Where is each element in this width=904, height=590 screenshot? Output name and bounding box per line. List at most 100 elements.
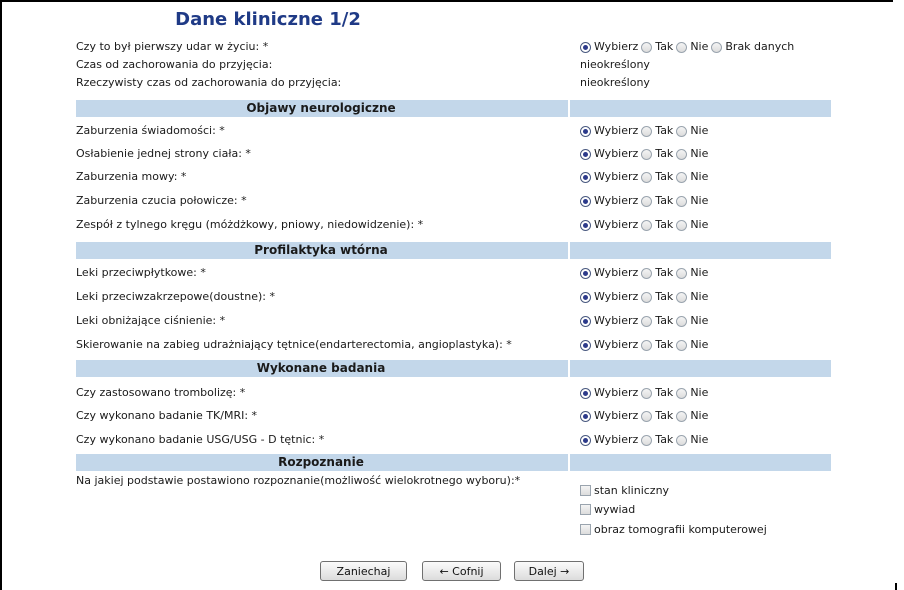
- radio-selected-icon[interactable]: [580, 339, 591, 351]
- radio-nie[interactable]: Nie: [676, 382, 708, 404]
- radio-selected-icon[interactable]: [580, 267, 591, 279]
- radio-icon[interactable]: [676, 387, 688, 399]
- question-label: Rzeczywisty czas od zachorowania do przy…: [76, 76, 342, 89]
- radio-tak[interactable]: Tak: [641, 143, 673, 165]
- radio-selected-icon[interactable]: [580, 291, 591, 303]
- question-real-time-to-admission: Rzeczywisty czas od zachorowania do przy…: [76, 74, 831, 92]
- radio-icon[interactable]: [676, 410, 688, 422]
- checkbox-wywiad[interactable]: wywiad: [580, 500, 635, 518]
- radio-nie[interactable]: Nie: [676, 262, 708, 284]
- radio-wybierz[interactable]: Wybierz: [580, 429, 638, 451]
- radio-nie[interactable]: Nie: [676, 143, 708, 165]
- radio-tak[interactable]: Tak: [641, 36, 673, 58]
- radio-tak[interactable]: Tak: [641, 382, 673, 404]
- radio-icon[interactable]: [676, 315, 688, 327]
- radio-icon[interactable]: [641, 125, 653, 137]
- radio-selected-icon[interactable]: [580, 195, 591, 207]
- radio-icon[interactable]: [641, 410, 653, 422]
- radio-nie[interactable]: Nie: [676, 286, 708, 308]
- radio-selected-icon[interactable]: [580, 219, 591, 231]
- radio-wybierz[interactable]: Wybierz: [580, 262, 638, 284]
- radio-wybierz[interactable]: Wybierz: [580, 382, 638, 404]
- radio-selected-icon[interactable]: [580, 387, 591, 399]
- radio-icon[interactable]: [711, 41, 723, 53]
- radio-wybierz[interactable]: Wybierz: [580, 310, 638, 332]
- section-header-neuro: Objawy neurologiczne: [76, 100, 831, 117]
- radio-nie[interactable]: Nie: [676, 120, 708, 142]
- radio-icon[interactable]: [641, 339, 653, 351]
- radio-selected-icon[interactable]: [580, 148, 591, 160]
- checkbox-icon[interactable]: [580, 523, 591, 535]
- radio-icon[interactable]: [676, 148, 688, 160]
- radio-icon[interactable]: [676, 195, 688, 207]
- checkbox-icon[interactable]: [580, 503, 591, 515]
- radio-icon[interactable]: [676, 267, 688, 279]
- radio-wybierz[interactable]: Wybierz: [580, 190, 638, 212]
- radio-group: Wybierz Tak Nie: [580, 262, 711, 284]
- checkbox-icon[interactable]: [580, 484, 591, 496]
- section-title: Rozpoznanie: [278, 455, 364, 469]
- radio-nie[interactable]: Nie: [676, 214, 708, 236]
- radio-nie[interactable]: Nie: [676, 190, 708, 212]
- radio-wybierz[interactable]: Wybierz: [580, 405, 638, 427]
- radio-icon[interactable]: [641, 267, 653, 279]
- radio-nie[interactable]: Nie: [676, 429, 708, 451]
- radio-wybierz[interactable]: Wybierz: [580, 334, 638, 356]
- radio-icon[interactable]: [641, 434, 653, 446]
- section-divider: [568, 100, 570, 117]
- radio-wybierz[interactable]: Wybierz: [580, 143, 638, 165]
- radio-nie[interactable]: Nie: [676, 36, 708, 58]
- radio-tak[interactable]: Tak: [641, 286, 673, 308]
- radio-tak[interactable]: Tak: [641, 214, 673, 236]
- question-prof-2: Leki przeciwzakrzepowe(doustne): * Wybier…: [76, 286, 831, 308]
- radio-icon[interactable]: [641, 387, 653, 399]
- radio-wybierz[interactable]: Wybierz: [580, 214, 638, 236]
- radio-nie[interactable]: Nie: [676, 405, 708, 427]
- radio-icon[interactable]: [641, 41, 653, 53]
- radio-icon[interactable]: [641, 195, 653, 207]
- radio-selected-icon[interactable]: [580, 410, 591, 422]
- radio-icon[interactable]: [641, 219, 653, 231]
- checkbox-stan-kliniczny[interactable]: stan kliniczny: [580, 481, 669, 499]
- radio-tak[interactable]: Tak: [641, 120, 673, 142]
- radio-selected-icon[interactable]: [580, 171, 591, 183]
- radio-selected-icon[interactable]: [580, 315, 591, 327]
- radio-brak-danych[interactable]: Brak danych: [711, 36, 794, 58]
- radio-tak[interactable]: Tak: [641, 334, 673, 356]
- radio-group: Wybierz Tak Nie: [580, 190, 711, 212]
- cancel-button[interactable]: Zaniechaj: [320, 561, 407, 581]
- radio-nie[interactable]: Nie: [676, 334, 708, 356]
- radio-wybierz[interactable]: Wybierz: [580, 120, 638, 142]
- radio-icon[interactable]: [641, 291, 653, 303]
- radio-icon[interactable]: [676, 219, 688, 231]
- radio-tak[interactable]: Tak: [641, 405, 673, 427]
- radio-tak[interactable]: Tak: [641, 190, 673, 212]
- radio-wybierz[interactable]: Wybierz: [580, 36, 638, 58]
- radio-icon[interactable]: [676, 339, 688, 351]
- back-button[interactable]: ← Cofnij: [422, 561, 501, 581]
- checkbox-obraz-tk[interactable]: obraz tomografii komputerowej: [580, 520, 767, 538]
- time-value: nieokreślony: [580, 76, 650, 89]
- radio-tak[interactable]: Tak: [641, 262, 673, 284]
- radio-icon[interactable]: [641, 171, 653, 183]
- radio-icon[interactable]: [676, 125, 688, 137]
- radio-icon[interactable]: [676, 171, 688, 183]
- radio-nie[interactable]: Nie: [676, 166, 708, 188]
- radio-icon[interactable]: [676, 291, 688, 303]
- radio-tak[interactable]: Tak: [641, 429, 673, 451]
- radio-wybierz[interactable]: Wybierz: [580, 166, 638, 188]
- radio-tak[interactable]: Tak: [641, 166, 673, 188]
- next-button[interactable]: Dalej →: [514, 561, 584, 581]
- radio-wybierz[interactable]: Wybierz: [580, 286, 638, 308]
- radio-selected-icon[interactable]: [580, 125, 591, 137]
- radio-nie[interactable]: Nie: [676, 310, 708, 332]
- radio-icon[interactable]: [676, 434, 688, 446]
- radio-group: Wybierz Tak Nie: [580, 334, 711, 356]
- radio-icon[interactable]: [676, 41, 688, 53]
- radio-icon[interactable]: [641, 148, 653, 160]
- radio-tak[interactable]: Tak: [641, 310, 673, 332]
- radio-icon[interactable]: [641, 315, 653, 327]
- radio-selected-icon[interactable]: [580, 434, 591, 446]
- question-neuro-2: Osłabienie jednej strony ciała: * Wybierz…: [76, 143, 831, 165]
- radio-selected-icon[interactable]: [580, 41, 591, 53]
